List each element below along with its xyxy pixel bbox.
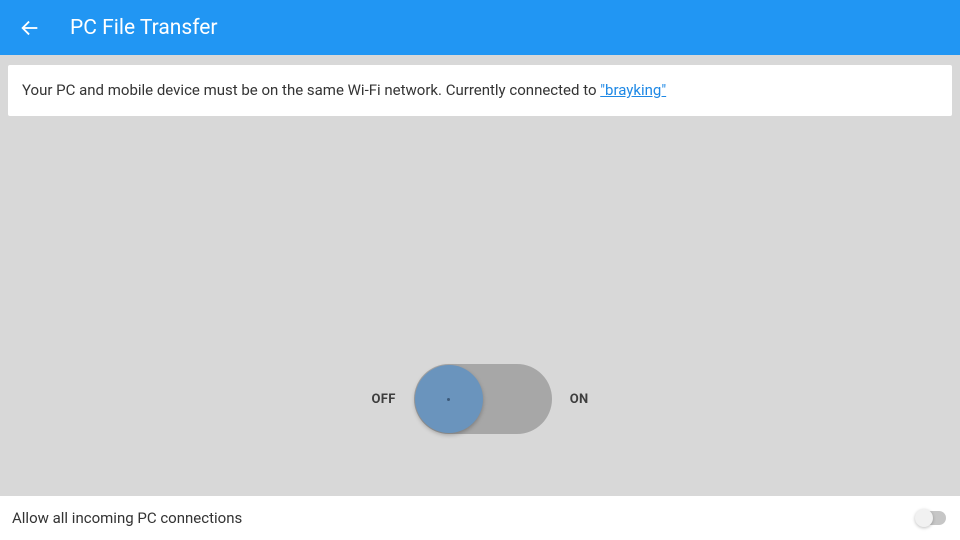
app-header: PC File Transfer (0, 0, 960, 55)
allow-connections-label: Allow all incoming PC connections (12, 509, 242, 527)
small-toggle-knob (915, 509, 933, 527)
allow-connections-row: Allow all incoming PC connections (0, 496, 960, 540)
toggle-on-label: ON (570, 392, 589, 407)
allow-connections-toggle[interactable] (916, 511, 946, 525)
main-toggle-row: OFF ON (372, 362, 589, 436)
wifi-network-link[interactable]: "brayking" (600, 81, 666, 99)
wifi-info-card: Your PC and mobile device must be on the… (8, 65, 952, 116)
toggle-knob (415, 365, 483, 433)
wifi-info-text: Your PC and mobile device must be on the… (22, 81, 600, 99)
main-toggle-area: OFF ON (0, 362, 960, 436)
back-arrow-icon[interactable] (18, 16, 42, 40)
page-title: PC File Transfer (70, 16, 218, 40)
file-transfer-toggle[interactable] (410, 362, 556, 436)
toggle-off-label: OFF (372, 392, 396, 407)
